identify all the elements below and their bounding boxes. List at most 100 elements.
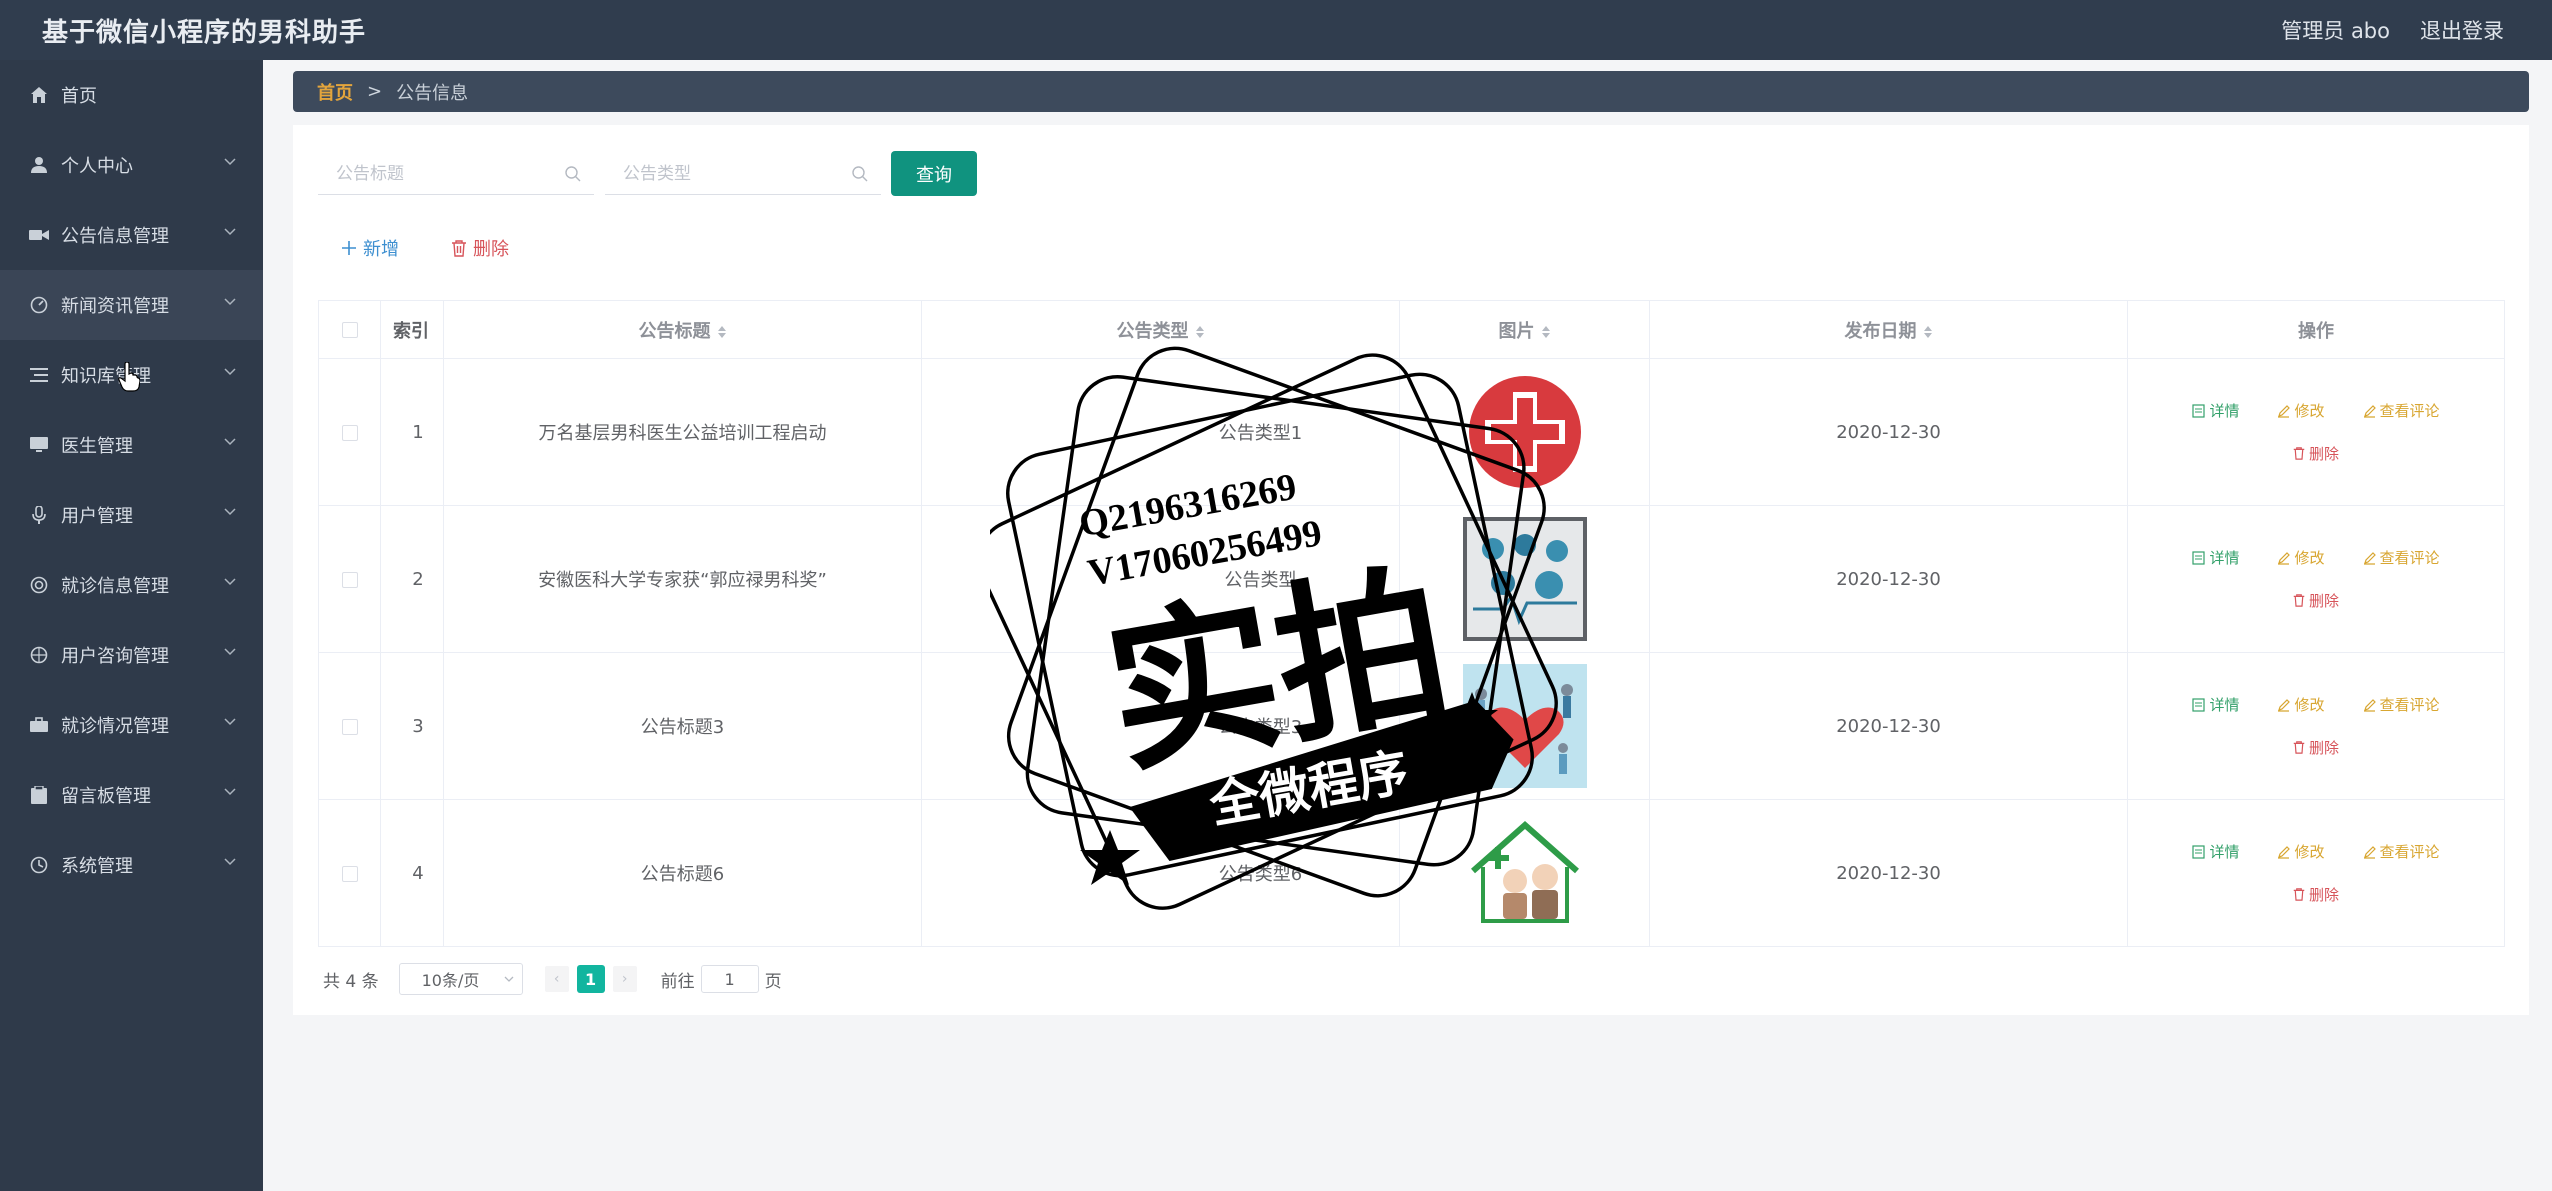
row-checkbox[interactable]: [341, 865, 358, 882]
detail-label: 详情: [2209, 843, 2240, 861]
header-title-cell[interactable]: 公告标题: [443, 300, 922, 359]
detail-button[interactable]: 详情: [2192, 400, 2239, 421]
row-checkbox[interactable]: [341, 424, 358, 441]
prev-page-button[interactable]: ‹: [544, 966, 569, 992]
sidebar-item-home[interactable]: 首页: [0, 60, 263, 130]
delete-button[interactable]: 删除: [2293, 884, 2339, 905]
pagination: 共 4 条 10条/页 ‹ 1 › 前往 页: [323, 963, 782, 995]
detail-button[interactable]: 详情: [2192, 694, 2239, 715]
sidebar-item-message-board[interactable]: 留言板管理: [0, 760, 263, 830]
sidebar-item-label: 用户管理: [61, 506, 133, 527]
page-number-current[interactable]: 1: [576, 965, 605, 993]
detail-button[interactable]: 详情: [2192, 841, 2239, 862]
sidebar-item-doctor[interactable]: 医生管理: [0, 410, 263, 480]
current-user[interactable]: 管理员 abo: [2281, 15, 2390, 45]
batch-delete-button[interactable]: 删除: [451, 235, 509, 261]
select-all-checkbox[interactable]: [341, 322, 358, 338]
header-index: 索引: [380, 300, 444, 359]
goto-page-input[interactable]: [700, 965, 759, 993]
sidebar-item-visit-status[interactable]: 就诊情况管理: [0, 690, 263, 760]
sidebar-item-label: 就诊情况管理: [61, 716, 169, 737]
sidebar-item-label: 系统管理: [61, 856, 133, 877]
trash-icon: [2293, 447, 2305, 460]
detail-button[interactable]: 详情: [2192, 547, 2239, 568]
monitor-icon: [29, 435, 49, 455]
sidebar-item-users[interactable]: 用户管理: [0, 480, 263, 550]
detail-label: 详情: [2209, 402, 2240, 420]
medical-icons-image[interactable]: [1462, 517, 1587, 641]
pencil-icon: [2363, 845, 2376, 859]
edit-button[interactable]: 修改: [2277, 547, 2325, 568]
query-button[interactable]: 查询: [891, 151, 977, 196]
sidebar-item-label: 个人中心: [61, 156, 133, 177]
chevron-down-icon: [224, 578, 236, 586]
row-checkbox[interactable]: [341, 718, 358, 735]
clipboard-icon: [29, 785, 49, 805]
pencil-icon: [2278, 404, 2291, 418]
breadcrumb-home[interactable]: 首页: [317, 79, 353, 105]
home-icon: [29, 85, 49, 105]
view-comments-button[interactable]: 查看评论: [2363, 400, 2440, 421]
sidebar-item-label: 新闻资讯管理: [61, 296, 169, 317]
sidebar-item-consult[interactable]: 用户咨询管理: [0, 620, 263, 690]
delete-button[interactable]: 删除: [2293, 443, 2339, 464]
edit-button[interactable]: 修改: [2277, 694, 2325, 715]
health-illustration-image[interactable]: [1462, 664, 1587, 788]
title-search-input[interactable]: [318, 153, 594, 194]
row-actions: 详情 修改 查看评论 删除: [2127, 652, 2505, 800]
view-comments-button[interactable]: 查看评论: [2363, 841, 2440, 862]
sidebar-item-news[interactable]: 新闻资讯管理: [0, 270, 263, 340]
delete-button[interactable]: 删除: [2293, 737, 2339, 758]
row-select-cell: [318, 358, 381, 506]
header-date-cell[interactable]: 发布日期: [1649, 300, 2128, 359]
detail-label: 详情: [2209, 696, 2240, 714]
header-type: 公告类型: [1116, 320, 1189, 342]
elderly-home-image[interactable]: [1462, 811, 1587, 935]
row-actions: 详情 修改 查看评论 删除: [2127, 505, 2505, 653]
row-image-cell: [1399, 652, 1650, 800]
row-date: 2020-12-30: [1649, 799, 2128, 947]
add-button[interactable]: 新增: [341, 235, 399, 261]
row-select-cell: [318, 652, 381, 800]
chevron-down-icon: [224, 438, 236, 446]
type-search-input[interactable]: [605, 153, 881, 194]
row-date: 2020-12-30: [1649, 652, 2128, 800]
edit-button[interactable]: 修改: [2277, 400, 2325, 421]
comment-label: 查看评论: [2379, 696, 2440, 714]
view-comments-button[interactable]: 查看评论: [2363, 547, 2440, 568]
header-image-cell[interactable]: 图片: [1399, 300, 1650, 359]
chevron-down-icon: [224, 298, 236, 306]
header-type-cell[interactable]: 公告类型: [921, 300, 1400, 359]
delete-label: 删除: [2308, 886, 2339, 904]
page-size-value: 10条/页: [421, 971, 480, 990]
red-cross-image[interactable]: [1463, 370, 1587, 494]
row-title: 公告标题6: [443, 799, 922, 947]
header-user-area: 管理员 abo 退出登录: [2281, 15, 2504, 45]
sidebar-item-system[interactable]: 系统管理: [0, 830, 263, 900]
row-select-cell: [318, 799, 381, 947]
content-panel: 查询 新增 删除 索引 公告标题 公告类型 图片 发布日期 操作: [293, 125, 2529, 1015]
row-actions: 详情 修改 查看评论 删除: [2127, 358, 2505, 506]
row-date: 2020-12-30: [1649, 505, 2128, 653]
sidebar-item-announcement[interactable]: 公告信息管理: [0, 200, 263, 270]
chevron-down-icon: [224, 648, 236, 656]
row-checkbox[interactable]: [341, 571, 358, 588]
next-page-button[interactable]: ›: [612, 966, 637, 992]
row-index: 3: [380, 652, 444, 800]
logout-link[interactable]: 退出登录: [2420, 15, 2504, 45]
sort-icon: [1541, 325, 1550, 338]
pencil-icon: [2363, 551, 2376, 565]
page-size-select[interactable]: 10条/页: [398, 963, 523, 995]
row-title: 公告标题3: [443, 652, 922, 800]
trash-icon: [2293, 888, 2305, 901]
edit-button[interactable]: 修改: [2277, 841, 2325, 862]
view-comments-button[interactable]: 查看评论: [2363, 694, 2440, 715]
search-icon: [852, 166, 868, 182]
add-button-label: 新增: [363, 239, 399, 260]
sidebar-item-visit-info[interactable]: 就诊信息管理: [0, 550, 263, 620]
header-image: 图片: [1498, 320, 1535, 342]
trash-icon: [2293, 741, 2305, 754]
edit-label: 修改: [2294, 696, 2325, 714]
delete-button[interactable]: 删除: [2293, 590, 2339, 611]
sidebar-item-personal-center[interactable]: 个人中心: [0, 130, 263, 200]
